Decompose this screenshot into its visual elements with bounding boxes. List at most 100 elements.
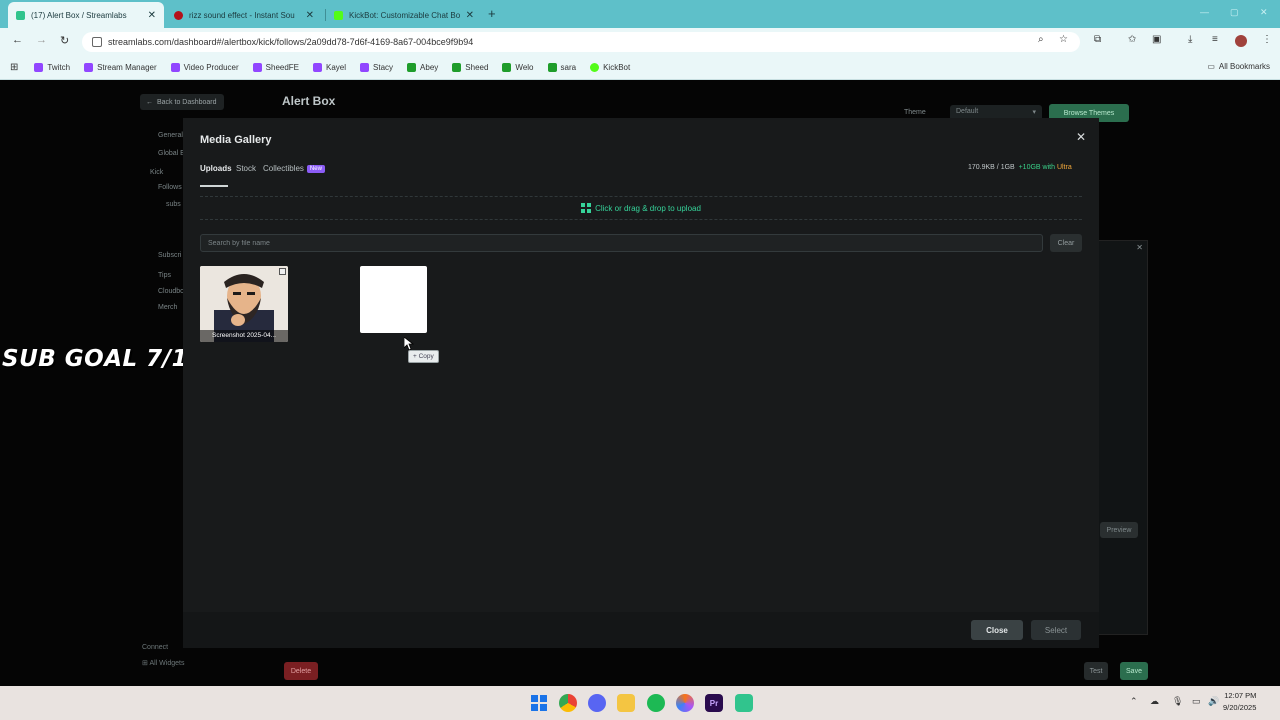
sidebar-item-tips[interactable]: Tips (158, 272, 171, 279)
microphone-icon[interactable]: 🎙 (1172, 696, 1183, 707)
sub-goal-overlay: SUB GOAL 7/10 (2, 346, 205, 372)
save-button[interactable]: Save (1120, 662, 1148, 680)
bookmark-stacy[interactable]: Stacy (360, 63, 393, 72)
tab-alert-box[interactable]: (17) Alert Box / Streamlabs ✕ (8, 2, 164, 28)
bookmark-label: Twitch (47, 63, 71, 72)
test-button[interactable]: Test (1084, 662, 1108, 680)
profile-avatar[interactable] (1235, 35, 1247, 47)
sidebar-item-general[interactable]: General (158, 132, 183, 139)
select-button[interactable]: Select (1031, 620, 1081, 640)
new-badge: New (306, 165, 325, 173)
kick-icon (547, 63, 557, 72)
folder-icon: ▭ (1207, 62, 1215, 71)
page-title: Alert Box (282, 94, 336, 108)
sidebar-item-cloudbot[interactable]: Cloudbo (158, 288, 184, 295)
close-icon[interactable]: ✕ (306, 10, 314, 21)
taskbar: Pr ⌃ ☁ 🎙 ▭ 🔊 12:07 PM 9/20/2025 (0, 686, 1280, 720)
menu-icon[interactable]: ⋮ (1262, 34, 1272, 45)
window-close-icon[interactable]: ✕ (1260, 7, 1268, 18)
split-view-icon[interactable]: ▣ (1152, 34, 1161, 45)
new-tab-icon[interactable]: + (488, 6, 496, 21)
upload-dropzone[interactable]: Click or drag & drop to upload (200, 196, 1082, 220)
back-arrow-icon[interactable]: ← (12, 34, 23, 46)
bookmark-sheed[interactable]: Sheed (452, 63, 488, 72)
bookmark-star-icon[interactable]: ☆ (1059, 34, 1068, 45)
system-clock[interactable]: 12:07 PM 9/20/2025 (1223, 690, 1256, 714)
windows-start-icon[interactable] (530, 694, 548, 712)
tab-title: (17) Alert Box / Streamlabs (31, 10, 127, 20)
forward-arrow-icon[interactable]: → (36, 34, 47, 46)
twitch-icon (84, 63, 94, 72)
search-input[interactable] (200, 234, 1043, 252)
address-row: ← → ↻ streamlabs.com/dashboard#/alertbox… (0, 28, 1280, 56)
display-icon[interactable]: ▭ (1192, 696, 1201, 707)
copy-tooltip[interactable]: + Copy (408, 350, 439, 363)
bookmark-welo[interactable]: Welo (502, 63, 534, 72)
bookmark-label: sara (560, 63, 577, 72)
bookmark-kayel[interactable]: Kayel (313, 63, 346, 72)
all-widgets-link[interactable]: ⊞ All Widgets (142, 659, 184, 667)
bookmark-stream-manager[interactable]: Stream Manager (84, 63, 157, 72)
delete-button[interactable]: Delete (284, 662, 318, 680)
streamlabs-app-icon[interactable] (735, 694, 753, 712)
network-tray-icon[interactable]: ☁ (1150, 696, 1159, 707)
volume-icon[interactable]: 🔊 (1208, 696, 1219, 707)
tab-kickbot[interactable]: KickBot: Customizable Chat Bo ✕ (326, 4, 482, 26)
address-bar[interactable]: streamlabs.com/dashboard#/alertbox/kick/… (82, 32, 1080, 52)
extension-icon[interactable]: ⧉ (1094, 34, 1101, 45)
media-item-blank[interactable] (360, 266, 427, 333)
chrome-icon[interactable] (559, 694, 577, 712)
spotify-icon[interactable] (647, 694, 665, 712)
apps-grid-icon[interactable]: ⊞ (10, 62, 18, 73)
tab-rizz-sound[interactable]: rizz sound effect - Instant Sou ✕ (166, 4, 322, 26)
bookmark-video-producer[interactable]: Video Producer (170, 63, 239, 72)
sidebar-item-global[interactable]: Global E (158, 150, 185, 157)
bookmark-label: Stream Manager (97, 63, 157, 72)
premiere-pro-icon[interactable]: Pr (705, 694, 723, 712)
site-info-icon[interactable] (92, 37, 102, 47)
kick-icon (502, 63, 512, 72)
select-checkbox[interactable] (279, 268, 286, 275)
upsell-text: +10GB with (1018, 164, 1055, 171)
favorites-icon[interactable]: ✩ (1128, 34, 1136, 45)
sidebar-item-subscriptions[interactable]: Subscri (158, 252, 181, 259)
close-button[interactable]: Close (971, 620, 1023, 640)
close-icon[interactable]: ✕ (1076, 130, 1086, 144)
chevron-up-icon[interactable]: ⌃ (1130, 696, 1138, 707)
copilot-icon[interactable] (676, 694, 694, 712)
close-icon[interactable]: ✕ (466, 10, 474, 21)
storage-upsell[interactable]: +10GB with Ultra (1019, 164, 1072, 171)
sidebar-item-subs[interactable]: subs (166, 201, 181, 208)
media-item-screenshot[interactable]: Screenshot 2025-04... (200, 266, 288, 342)
download-icon[interactable]: ⤓ (1188, 34, 1192, 45)
tab-stock[interactable]: Stock (236, 164, 256, 173)
tab-collectibles[interactable]: Collectibles New (263, 164, 325, 173)
bookmark-kickbot[interactable]: KickBot (590, 63, 630, 72)
sidebar-item-kick[interactable]: Kick (150, 169, 163, 176)
sidebar-item-follows[interactable]: Follows (158, 184, 182, 191)
media-control-icon[interactable]: ≡ (1212, 34, 1218, 45)
bookmark-label: Welo (515, 63, 534, 72)
close-icon[interactable]: ✕ (1136, 243, 1143, 252)
media-item-caption: Screenshot 2025-04... (200, 330, 288, 342)
file-explorer-icon[interactable] (617, 694, 635, 712)
theme-label: Theme (904, 109, 926, 116)
bookmark-sara[interactable]: sara (547, 63, 577, 72)
bookmark-twitch[interactable]: Twitch (34, 63, 70, 72)
clear-button[interactable]: Clear (1050, 234, 1082, 252)
minimize-icon[interactable]: — (1200, 7, 1209, 17)
connect-link[interactable]: Connect (142, 644, 184, 651)
back-to-dashboard-button[interactable]: ← Back to Dashboard (140, 94, 224, 110)
preview-button[interactable]: Preview (1100, 522, 1138, 538)
sidebar-item-merch[interactable]: Merch (158, 304, 177, 311)
bookmark-sheedfe[interactable]: SheedFE (252, 63, 299, 72)
tab-uploads[interactable]: Uploads (200, 164, 232, 173)
back-arrow-icon: ← (146, 98, 153, 106)
discord-icon[interactable] (588, 694, 606, 712)
close-icon[interactable]: ✕ (148, 10, 156, 21)
all-bookmarks[interactable]: ▭ All Bookmarks (1207, 62, 1270, 71)
reload-icon[interactable]: ↻ (60, 34, 69, 47)
maximize-icon[interactable]: ▢ (1230, 7, 1239, 18)
bookmark-abey[interactable]: Abey (407, 63, 438, 72)
zoom-icon[interactable]: ⌕ (1038, 34, 1044, 45)
